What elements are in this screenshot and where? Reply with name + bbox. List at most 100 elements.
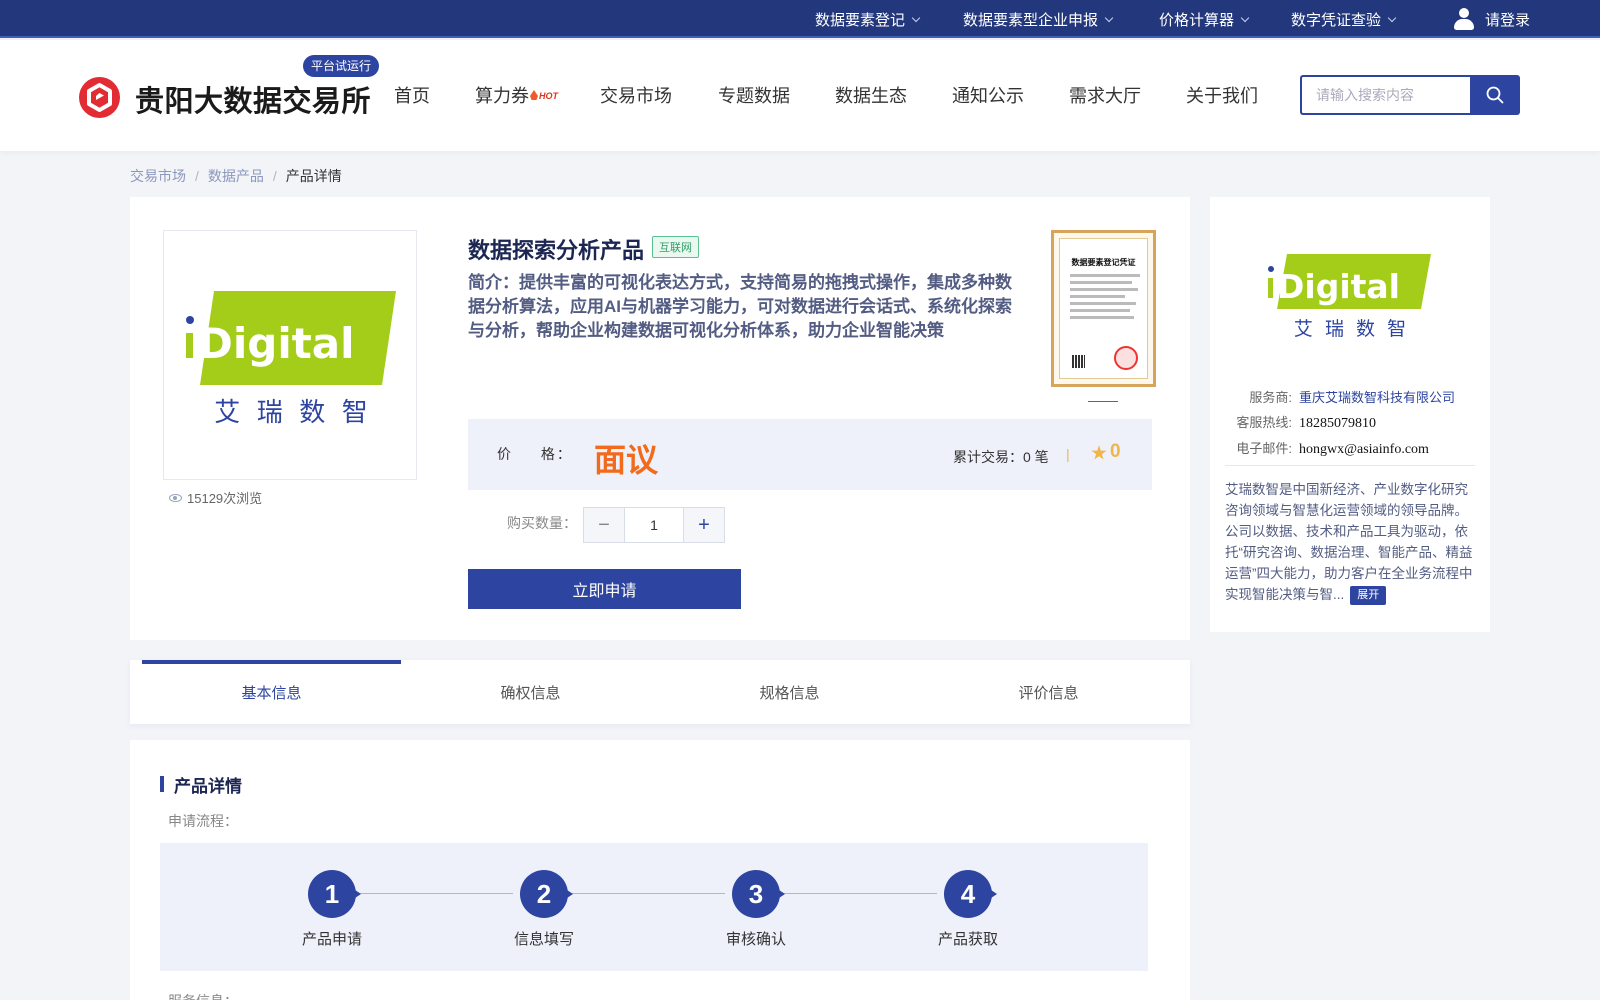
- detail-tabs: 基本信息 确权信息 规格信息 评价信息: [130, 660, 1190, 724]
- topnav-label: 数据要素登记: [815, 11, 906, 29]
- vendor-provider-row: 服务商: 重庆艾瑞数智科技有限公司: [1210, 387, 1455, 406]
- topnav-price-calculator[interactable]: 价格计算器: [1159, 0, 1250, 38]
- breadcrumb-current: 产品详情: [285, 168, 342, 184]
- vendor-hotline-row: 客服热线: 18285079810: [1210, 412, 1376, 432]
- chevron-down-icon: [1104, 13, 1114, 22]
- tab-spec-info[interactable]: 规格信息: [660, 660, 919, 724]
- product-image: Digital 艾 瑞 数 智: [163, 230, 417, 480]
- product-detail-section: 产品详情 申请流程： 1 产品申请 2 信息填写 3 审核确认 4 产品获取 服…: [130, 740, 1190, 1000]
- trade-count: 累计交易：0 笔: [953, 449, 1049, 465]
- logo-cn: 艾 瑞 数 智: [214, 398, 368, 428]
- nav-compute-voucher[interactable]: 算力券: [475, 82, 529, 108]
- email-value: hongwx@asiainfo.com: [1299, 442, 1429, 457]
- hotline-label: 客服热线:: [1236, 415, 1292, 430]
- quantity-label: 购买数量：: [507, 515, 577, 531]
- quantity-input[interactable]: [625, 508, 683, 542]
- nav-about[interactable]: 关于我们: [1186, 82, 1258, 108]
- qr-code-icon: [1072, 355, 1085, 368]
- step-name: 审核确认: [725, 931, 786, 948]
- hotline-value: 18285079810: [1299, 416, 1376, 431]
- hot-badge: HOT: [530, 90, 558, 101]
- flow-label: 申请流程：: [168, 813, 238, 829]
- login-link[interactable]: 请登录: [1453, 0, 1530, 38]
- price-label: 价 格：: [497, 446, 573, 462]
- topnav-label: 价格计算器: [1159, 11, 1235, 29]
- product-description: 简介：提供丰富的可视化表达方式，支持简易的拖拽式操作，集成多种数据分析算法，应用…: [468, 273, 1012, 340]
- chevron-down-icon: [1240, 13, 1250, 22]
- decrement-button[interactable]: −: [584, 508, 625, 542]
- flow-step: 2 信息填写: [489, 870, 599, 949]
- provider-link[interactable]: 重庆艾瑞数智科技有限公司: [1299, 390, 1455, 405]
- divider: [1225, 465, 1475, 466]
- tab-review-info[interactable]: 评价信息: [919, 660, 1178, 724]
- nav-demand-hall[interactable]: 需求大厅: [1069, 82, 1141, 108]
- login-label: 请登录: [1485, 11, 1531, 29]
- service-info-label: 服务信息：: [168, 991, 238, 1000]
- product-title: 数据探索分析产品: [468, 238, 645, 263]
- topnav-enterprise-declaration[interactable]: 数据要素型企业申报: [963, 0, 1114, 38]
- logo-word: Digital: [198, 319, 355, 368]
- brand-logo-icon[interactable]: [79, 77, 120, 118]
- seal-icon: [1114, 346, 1138, 370]
- expand-button[interactable]: 展开: [1350, 586, 1387, 605]
- step-name: 信息填写: [513, 931, 574, 948]
- search-button[interactable]: [1470, 75, 1520, 115]
- vendor-logo: Digital 艾 瑞 数 智: [1255, 247, 1445, 347]
- tab-rights-info[interactable]: 确权信息: [401, 660, 660, 724]
- provider-label: 服务商:: [1249, 390, 1292, 405]
- chevron-down-icon: [1387, 13, 1397, 22]
- nav-notices[interactable]: 通知公示: [952, 82, 1024, 108]
- price-panel: 价 格： 面议 累计交易：0 笔 | 0: [468, 419, 1152, 490]
- vendor-description: 艾瑞数智是中国新经济、产业数字化研究咨询领域与智慧化运营领域的领导品牌。公司以数…: [1225, 479, 1477, 605]
- breadcrumb-market[interactable]: 交易市场: [130, 168, 186, 184]
- beta-badge: 平台试运行: [303, 55, 380, 77]
- view-count: 15129次浏览: [169, 488, 262, 507]
- search-icon: [1486, 86, 1504, 104]
- industry-tag: 互联网: [652, 236, 699, 258]
- step-name: 产品申请: [301, 931, 362, 948]
- main-header: 贵阳大数据交易所 平台试运行 首页 算力券 HOT 交易市场 专题数据 数据生态…: [0, 40, 1600, 151]
- nav-market[interactable]: 交易市场: [600, 82, 672, 108]
- eye-icon: [169, 493, 182, 502]
- increment-button[interactable]: +: [683, 508, 724, 542]
- topnav-data-registration[interactable]: 数据要素登记: [815, 0, 921, 38]
- flow-step: 3 审核确认: [701, 870, 811, 949]
- quantity-stepper: − +: [583, 507, 725, 543]
- step-number: 1: [308, 870, 361, 918]
- brand-name[interactable]: 贵阳大数据交易所: [135, 78, 371, 120]
- registration-certificate[interactable]: 数据要素登记凭证: [1051, 230, 1156, 387]
- flow-step: 4 产品获取: [913, 870, 1023, 949]
- nav-home[interactable]: 首页: [394, 82, 430, 108]
- search-input[interactable]: [1300, 75, 1472, 115]
- topnav-label: 数字凭证查验: [1291, 11, 1382, 29]
- topnav-label: 数据要素型企业申报: [963, 11, 1099, 29]
- topnav-voucher-verify[interactable]: 数字凭证查验: [1291, 0, 1397, 38]
- price-value: 面议: [594, 442, 659, 478]
- apply-now-button[interactable]: 立即申请: [468, 569, 741, 609]
- step-number: 3: [732, 870, 785, 918]
- tab-basic-info[interactable]: 基本信息: [142, 660, 401, 724]
- certificate-underline: [1088, 401, 1118, 402]
- product-card: Digital 艾 瑞 数 智 15129次浏览 数据探索分析产品 互联网 简介…: [130, 197, 1190, 640]
- favorite-count: 0: [1110, 441, 1121, 462]
- application-flow: 1 产品申请 2 信息填写 3 审核确认 4 产品获取: [160, 843, 1148, 971]
- email-label: 电子邮件:: [1236, 441, 1292, 456]
- logo-cn: 艾 瑞 数 智: [1294, 318, 1406, 340]
- section-accent-bar: [160, 776, 164, 792]
- step-name: 产品获取: [937, 931, 998, 948]
- user-icon: [1453, 7, 1475, 31]
- logo-word: Digital: [1277, 267, 1400, 306]
- star-icon[interactable]: [1091, 445, 1107, 460]
- nav-topic-data[interactable]: 专题数据: [718, 82, 790, 108]
- breadcrumb-data-products[interactable]: 数据产品: [208, 168, 264, 184]
- divider: |: [1066, 446, 1070, 462]
- step-number: 2: [520, 870, 573, 918]
- step-number: 4: [944, 870, 997, 918]
- flow-step: 1 产品申请: [277, 870, 387, 949]
- certificate-title: 数据要素登记凭证: [1071, 258, 1136, 267]
- top-bar: 数据要素登记 数据要素型企业申报 价格计算器 数字凭证查验 请登录: [0, 0, 1600, 38]
- nav-ecosystem[interactable]: 数据生态: [835, 82, 907, 108]
- chevron-down-icon: [911, 13, 921, 22]
- flame-icon: [530, 90, 538, 100]
- vendor-card: Digital 艾 瑞 数 智 服务商: 重庆艾瑞数智科技有限公司 客服热线: 18…: [1210, 197, 1490, 632]
